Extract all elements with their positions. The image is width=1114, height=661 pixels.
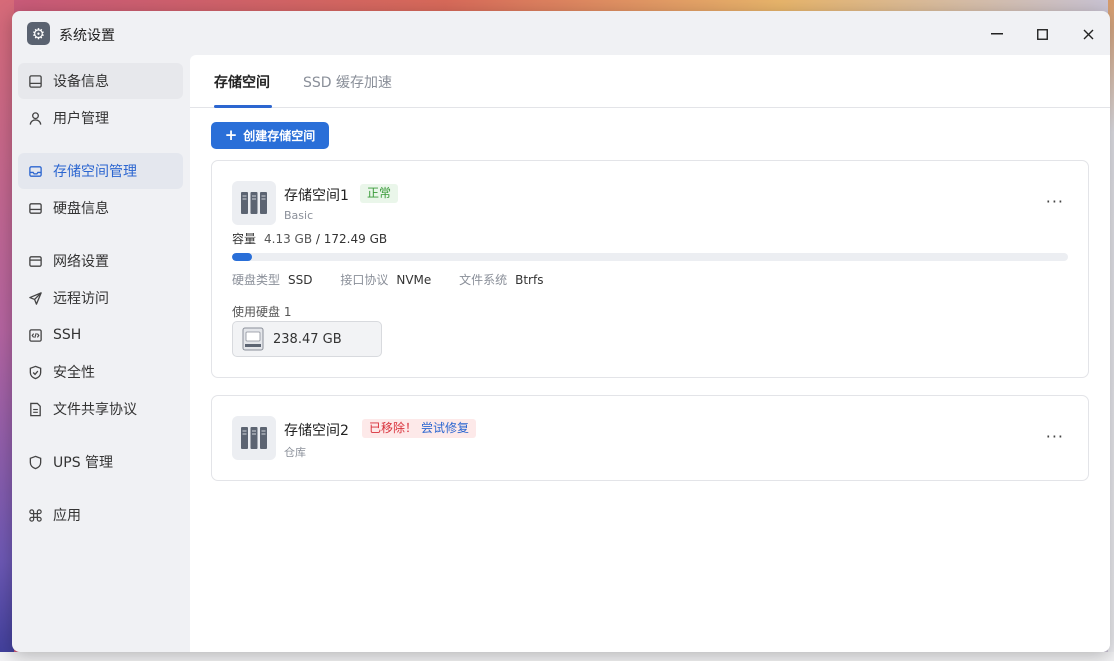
main-content: 存储空间 SSD 缓存加速 + 创建存储空间 存储空间1 正常 Basic ··… (190, 55, 1110, 652)
file-icon (28, 402, 43, 417)
code-icon (28, 328, 43, 343)
sidebar-item-storage[interactable]: 存储空间管理 (18, 153, 183, 189)
sidebar-item-label: 设备信息 (53, 74, 109, 90)
sidebar-item-label: 硬盘信息 (53, 201, 109, 217)
title-bar: ⚙ 系统设置 (12, 11, 1110, 55)
pool-type: 仓库 (284, 446, 306, 459)
sidebar-item-ups[interactable]: UPS 管理 (18, 444, 183, 480)
storage-pool-card: 存储空间1 正常 Basic ··· 容量 4.13 GB / 172.49 GB… (211, 160, 1089, 378)
capacity-label: 容量 (232, 232, 257, 246)
repair-link[interactable]: 尝试修复 (414, 419, 477, 438)
tab-storage-space[interactable]: 存储空间 (214, 72, 270, 92)
prop-key: 文件系统 (459, 273, 508, 287)
pool-type: Basic (284, 209, 314, 222)
sidebar-item-label: SSH (53, 327, 82, 343)
create-storage-label: 创建存储空间 (243, 129, 316, 143)
command-icon (28, 508, 43, 523)
status-badge: 正常 (360, 184, 399, 203)
shield-icon (28, 455, 43, 470)
sidebar-item-device[interactable]: 设备信息 (18, 63, 183, 99)
pool-name: 存储空间2 (284, 423, 349, 439)
sidebar-item-apps[interactable]: 应用 (18, 497, 183, 533)
settings-window: ⚙ 系统设置 设备信息 用户管理 存储空间管理 硬盘信息 网络设置 远程访问 S… (12, 11, 1110, 652)
sidebar-item-network[interactable]: 网络设置 (18, 243, 183, 279)
ssd-icon (242, 327, 264, 351)
pool-properties: 硬盘类型 SSD 接口协议 NVMe 文件系统 Btrfs (232, 271, 567, 288)
device-icon (28, 74, 43, 89)
plus-icon: + (224, 126, 238, 144)
sidebar-item-label: 远程访问 (53, 291, 109, 307)
server-rack-icon (232, 416, 276, 460)
sidebar-item-label: 网络设置 (53, 254, 109, 270)
sidebar: 设备信息 用户管理 存储空间管理 硬盘信息 网络设置 远程访问 SSH 安全性 (12, 55, 190, 652)
sidebar-item-label: UPS 管理 (53, 455, 114, 471)
shield-check-icon (28, 365, 43, 380)
capacity-used: 4.13 GB (264, 232, 313, 246)
tab-bar: 存储空间 SSD 缓存加速 (190, 55, 1110, 108)
desktop-background-bottom (0, 652, 1114, 661)
maximize-button[interactable] (1029, 21, 1055, 47)
close-icon (1083, 29, 1093, 39)
create-storage-button[interactable]: + 创建存储空间 (211, 122, 329, 149)
sidebar-item-label: 应用 (53, 508, 81, 524)
prop-key: 接口协议 (340, 273, 389, 287)
sidebar-item-disks[interactable]: 硬盘信息 (18, 190, 183, 226)
sidebar-item-users[interactable]: 用户管理 (18, 100, 183, 136)
more-options-button[interactable]: ··· (1046, 427, 1064, 446)
disk-icon (28, 201, 43, 216)
minimize-icon (991, 33, 1003, 35)
sidebar-item-label: 文件共享协议 (53, 402, 137, 418)
prop-value: NVMe (396, 273, 432, 287)
minimize-button[interactable] (984, 21, 1010, 47)
capacity-progress-fill (232, 253, 253, 261)
disk-chip[interactable]: 238.47 GB (232, 321, 382, 357)
network-icon (28, 254, 43, 269)
sidebar-item-label: 安全性 (53, 365, 95, 381)
prop-value: SSD (288, 273, 313, 287)
prop-key: 硬盘类型 (232, 273, 281, 287)
pool-name: 存储空间1 (284, 188, 349, 204)
storage-pool-card: 存储空间2 已移除！ 尝试修复 仓库 ··· (211, 395, 1089, 481)
maximize-icon (1036, 28, 1048, 40)
sidebar-item-ssh[interactable]: SSH (18, 317, 183, 353)
sidebar-item-label: 存储空间管理 (53, 164, 137, 180)
disks-used-label: 使用硬盘 1 (232, 305, 292, 319)
disk-size: 238.47 GB (273, 331, 342, 347)
sidebar-item-remote[interactable]: 远程访问 (18, 280, 183, 316)
sidebar-item-security[interactable]: 安全性 (18, 354, 183, 390)
sidebar-item-label: 用户管理 (53, 111, 109, 127)
capacity-line: 容量 4.13 GB / 172.49 GB (232, 230, 387, 247)
prop-value: Btrfs (515, 273, 544, 287)
sidebar-item-fileshare[interactable]: 文件共享协议 (18, 391, 183, 427)
tab-ssd-cache[interactable]: SSD 缓存加速 (303, 72, 392, 92)
close-button[interactable] (1075, 21, 1101, 47)
user-icon (28, 111, 43, 126)
window-title: 系统设置 (59, 28, 115, 44)
active-tab-indicator (214, 105, 272, 108)
capacity-total: / 172.49 GB (315, 232, 388, 246)
send-icon (28, 291, 43, 306)
server-rack-icon (232, 181, 276, 225)
more-options-button[interactable]: ··· (1046, 192, 1064, 211)
capacity-progress-bar (232, 253, 1068, 261)
gear-icon: ⚙ (27, 22, 50, 45)
storage-icon (28, 164, 43, 179)
